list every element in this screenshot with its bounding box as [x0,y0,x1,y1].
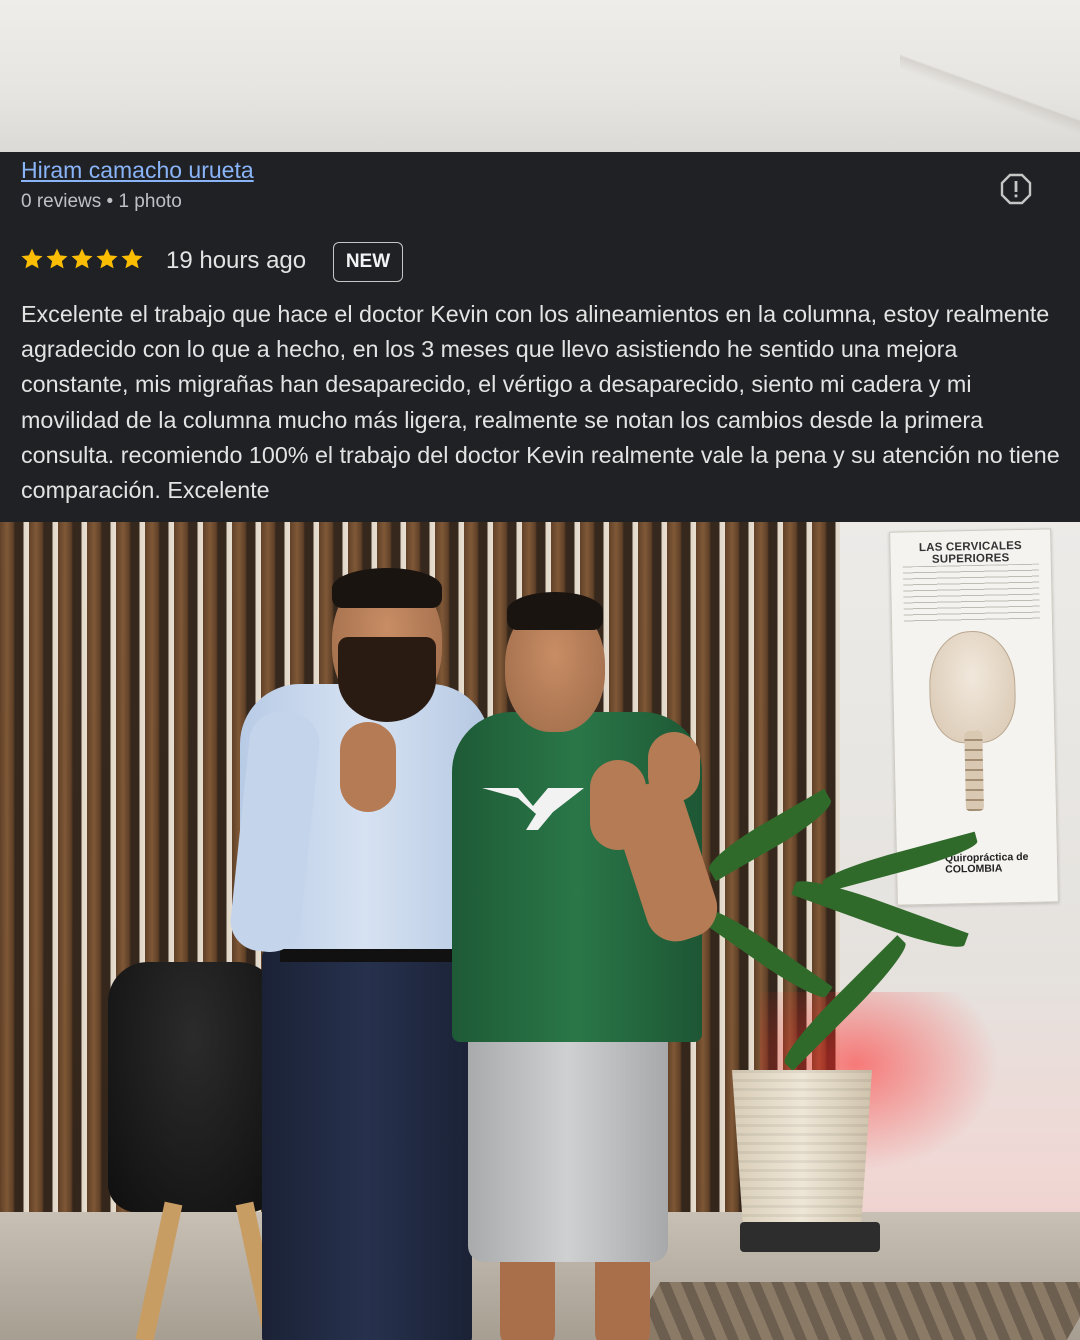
star-icon [71,248,93,269]
star-rating [20,247,144,275]
star-icon [96,248,118,269]
star-icon [21,248,43,269]
black-chair [108,962,278,1212]
poster-text-lines [902,563,1040,623]
review-text: Excelente el trabajo que hace el doctor … [21,301,1060,504]
rug [619,1282,1080,1340]
review-time: 19 hours ago [166,247,307,274]
person-left-beard [338,637,436,722]
reviewer-name-link[interactable]: Hiram camacho urueta [21,157,254,184]
shirt-logo-icon [482,788,584,830]
person-right-hand-on-shoulder [648,732,700,802]
person-left-hair [332,568,442,608]
person-right-hand [590,760,646,850]
star-icon [46,248,68,269]
plant-cart [740,1222,880,1252]
report-flag-icon[interactable] [1000,173,1032,205]
poster-skull-illustration [928,630,1017,744]
poster-brand: Quiropráctica de COLOMBIA [944,850,1029,876]
person-left-hand [340,722,396,812]
reviewer-meta: 0 reviews • 1 photo [21,191,182,212]
star-icon [121,248,143,269]
photo-top-wall [0,0,1080,152]
poster-title: LAS CERVICALES SUPERIORES [918,539,1023,566]
poster-spine-illustration [964,730,984,812]
person-right-hair [507,592,603,630]
review-photo[interactable]: LAS CERVICALES SUPERIORES Quiropráctica … [0,522,1080,1340]
person-left-trousers [262,947,472,1340]
plant-pot [732,1070,872,1230]
person-right-shorts [468,1022,668,1262]
new-badge: NEW [333,242,403,282]
